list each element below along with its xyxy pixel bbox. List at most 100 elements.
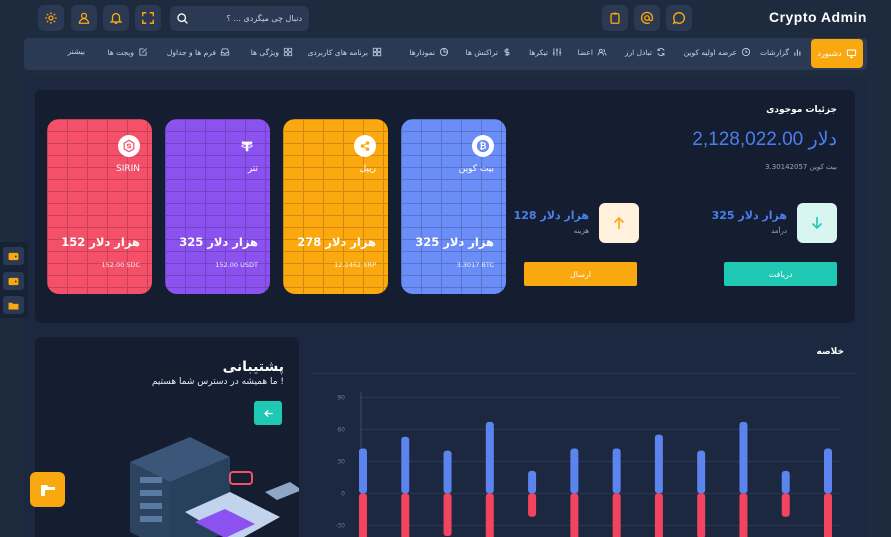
fullscreen-button[interactable] [135, 5, 161, 31]
card-amount: 325 هزار دلار [179, 235, 258, 249]
side-button-2[interactable] [3, 272, 24, 290]
chart-bar-negative[interactable] [654, 493, 663, 537]
nav-item-label: فرم ها و جداول [166, 47, 216, 57]
chart-bar-positive[interactable] [781, 470, 790, 494]
chart-bar-negative[interactable] [824, 493, 832, 537]
income-label: درآمد [771, 227, 787, 235]
chart-bar-positive[interactable] [443, 450, 452, 494]
bitcoin-icon: ₿ [472, 135, 494, 157]
nav-item-charts[interactable]: نمودارها [409, 47, 449, 57]
summary-panel: خلاصه 90 60 30 0 -30 [311, 337, 856, 537]
brand-title: Crypto Admin [768, 9, 867, 25]
nav-item-features[interactable]: ویژگی ها [251, 47, 293, 57]
chart-bar-negative[interactable] [359, 493, 367, 537]
card-name: ریپل [359, 164, 376, 174]
income-stat: 325 هزار دلار درآمد [697, 203, 837, 245]
layout-icon [283, 47, 293, 57]
chart-bar-positive[interactable] [654, 434, 663, 494]
notifications-button[interactable] [103, 5, 129, 31]
wallet-card-ripple[interactable]: ریپل 278 هزار دلار 12.2462 XRP [283, 119, 388, 294]
chart-bar-negative[interactable] [528, 493, 537, 517]
summary-bar-chart: 90 60 30 0 -30 [335, 392, 841, 537]
send-button[interactable]: ارسال [524, 262, 637, 286]
nav-item-label: دشبورد [817, 49, 842, 58]
chart-bar-positive[interactable] [485, 421, 494, 494]
nav-item-ico[interactable]: عرضه اولیه کوین [684, 47, 751, 57]
arrow-left-icon [263, 409, 273, 417]
search-input[interactable] [194, 6, 302, 31]
nav-item-tickers[interactable]: تیکرها [529, 47, 562, 57]
nav-item-members[interactable]: اعضا [578, 47, 607, 57]
nav-item-label: اعضا [577, 47, 593, 57]
nav-item-dashboard[interactable]: دشبورد [811, 39, 863, 68]
chart-bar-negative[interactable] [697, 493, 706, 537]
clipboard-button[interactable] [602, 5, 628, 31]
nav-item-forms-tables[interactable]: فرم ها و جداول [167, 47, 230, 57]
nav-item-transactions[interactable]: تراکنش ها [466, 47, 512, 57]
support-arrow-button[interactable] [254, 401, 282, 425]
chart-bar-positive[interactable] [824, 448, 832, 494]
chart-bar-positive[interactable] [570, 448, 579, 494]
dollar-icon [504, 47, 510, 57]
nav-item-exchange[interactable]: تبادل ارز [625, 47, 666, 57]
side-button-3[interactable] [3, 296, 24, 314]
chart-bar-negative[interactable] [443, 493, 452, 536]
main-nav: دشبورد گزارشات عرضه اولیه کوین تبادل ارز… [24, 38, 867, 70]
chart-bar-negative[interactable] [485, 493, 494, 537]
monitor-icon [846, 49, 856, 59]
pie-chart-icon [439, 47, 449, 57]
card-sub: 3.3017 BTC [456, 261, 494, 269]
chart-bar-positive[interactable] [401, 436, 410, 494]
nav-item-label: تیکرها [529, 47, 548, 57]
bar-chart-icon [794, 49, 801, 56]
nav-item-widgets[interactable]: ویجت ها [107, 47, 148, 57]
users-icon [597, 48, 607, 56]
settings-button[interactable] [38, 5, 64, 31]
arrow-down-icon [811, 217, 823, 230]
nav-item-reports[interactable]: گزارشات [760, 47, 803, 57]
sliders-icon [552, 48, 562, 56]
chart-bar-negative[interactable] [612, 493, 621, 537]
wallet-card-bitcoin[interactable]: ₿ بیت کوین 325 هزار دلار 3.3017 BTC [401, 119, 506, 294]
at-icon [640, 11, 654, 24]
at-button[interactable] [634, 5, 660, 31]
chart-bar-negative[interactable] [570, 493, 579, 537]
gear-icon [45, 12, 57, 24]
card-amount: 278 هزار دلار [297, 235, 376, 249]
folder-icon [8, 302, 19, 310]
search-box[interactable] [170, 6, 309, 31]
chart-bar-negative[interactable] [739, 493, 748, 537]
wallet-title: جزئیات موجودی [766, 105, 837, 115]
chart-bar-positive[interactable] [739, 421, 748, 494]
chart-bar-negative[interactable] [401, 493, 410, 537]
card-sub: 152.00 SDC [101, 261, 140, 269]
balance-btc: 3.30142057 بیت کوین [765, 163, 837, 171]
chart-bar-positive[interactable] [612, 448, 621, 494]
grid-icon [372, 47, 382, 57]
support-card: پشتیبانی ما همیشه در دسترس شما هستیم ! [35, 337, 299, 537]
nav-item-apps[interactable]: برنامه های کاربردی [308, 47, 382, 57]
expense-label: هزینه [573, 227, 589, 235]
chat-button[interactable] [666, 5, 692, 31]
user-button[interactable] [71, 5, 97, 31]
y-tick-label: 90 [337, 394, 345, 401]
chart-bar-positive[interactable] [359, 448, 367, 494]
card-name: تتر [247, 164, 258, 174]
chart-bar-positive[interactable] [697, 450, 706, 494]
floating-action-button[interactable] [30, 472, 65, 507]
chart-bar-negative[interactable] [781, 493, 790, 517]
server-illustration [130, 437, 299, 537]
fullscreen-icon [142, 12, 154, 24]
wallet-card-tether[interactable]: تتر 325 هزار دلار 152.00 USDT [165, 119, 270, 294]
card-name: بیت کوین [458, 164, 494, 174]
side-button-1[interactable] [3, 247, 24, 265]
nav-item-more[interactable]: بیشتر [68, 47, 85, 56]
chart-bar-positive[interactable] [528, 470, 537, 494]
wallet-card-sirin[interactable]: SIRIN 152 هزار دلار 152.00 SDC [47, 119, 152, 294]
receive-button[interactable]: دریافت [724, 262, 837, 286]
nav-item-label: بیشتر [67, 47, 85, 56]
tether-icon [236, 135, 258, 157]
card-sub: 152.00 USDT [215, 261, 258, 269]
card-sub: 12.2462 XRP [334, 261, 376, 269]
inbox-icon [220, 48, 230, 56]
